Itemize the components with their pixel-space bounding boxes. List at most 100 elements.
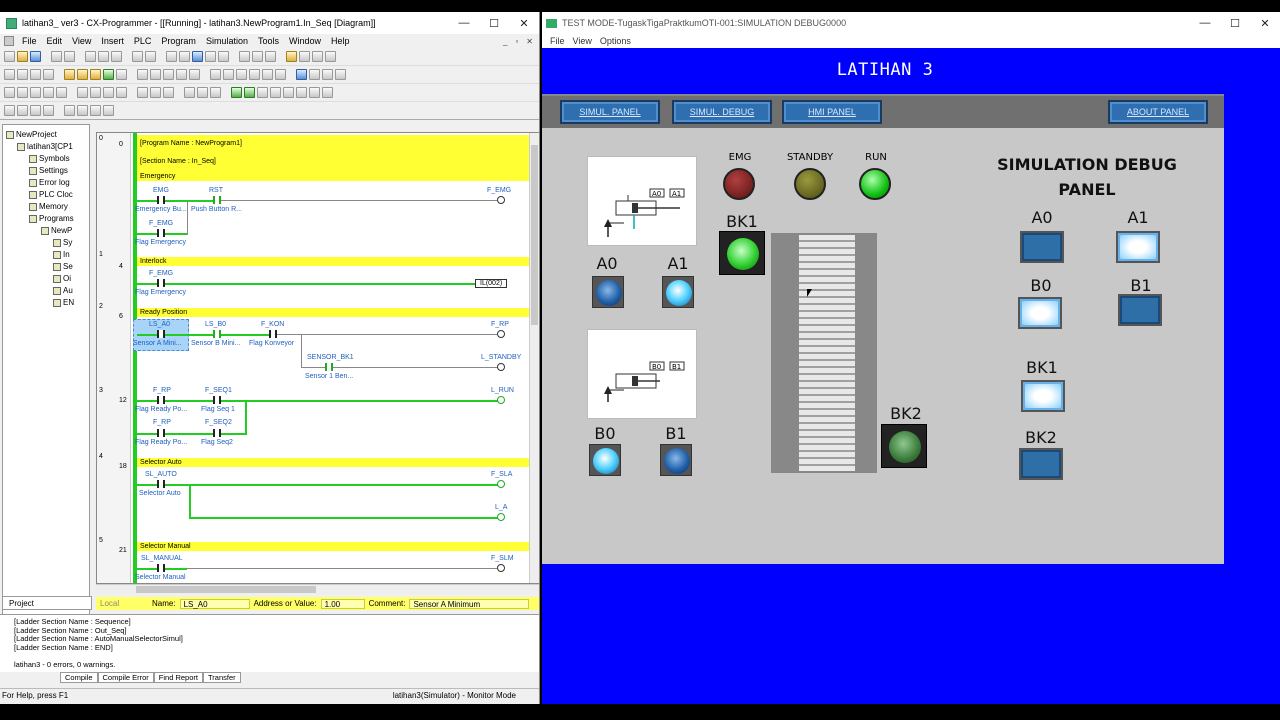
sensor-a0-button[interactable]	[592, 276, 624, 308]
tree-node-sy[interactable]: Sy	[53, 238, 72, 247]
address-field[interactable]: 1.00	[320, 598, 365, 609]
window-icon[interactable]	[192, 51, 203, 62]
contact-f-kon[interactable]	[269, 330, 277, 338]
contact-f-seq1[interactable]	[213, 396, 221, 404]
maximize-icon[interactable]: ☐	[1220, 17, 1250, 30]
compare-icon[interactable]	[322, 69, 333, 80]
step4-icon[interactable]	[43, 87, 54, 98]
menu-plc[interactable]: PLC	[129, 36, 157, 46]
monitor-icon[interactable]	[325, 51, 336, 62]
sim-menu-view[interactable]: View	[569, 36, 596, 46]
bookmark-icon[interactable]	[4, 105, 15, 116]
il-instruction[interactable]: IL(002)	[475, 279, 508, 288]
debug-bk1-button[interactable]	[1021, 380, 1065, 412]
coil-nc-icon[interactable]	[249, 69, 260, 80]
step3-icon[interactable]	[30, 87, 41, 98]
menu-simulation[interactable]: Simulation	[201, 36, 253, 46]
doc-icon[interactable]	[4, 36, 14, 46]
contact-emg[interactable]	[157, 196, 165, 204]
cut-icon[interactable]	[85, 51, 96, 62]
bookmark-next-icon[interactable]	[17, 105, 28, 116]
contact-sensor-bk1[interactable]	[325, 363, 333, 371]
tree-node-en[interactable]: EN	[53, 298, 74, 307]
select-icon[interactable]	[137, 69, 148, 80]
tree-node-settings[interactable]: Settings	[29, 166, 68, 175]
tree-node-au[interactable]: Au	[53, 286, 73, 295]
force-set-icon[interactable]	[210, 87, 221, 98]
instruction-icon[interactable]	[262, 69, 273, 80]
coil-f-sla[interactable]	[497, 480, 505, 488]
contact-f-rp-2[interactable]	[157, 429, 165, 437]
contact-ornc-icon[interactable]	[189, 69, 200, 80]
play-icon[interactable]	[90, 105, 101, 116]
sensor-a1-button[interactable]	[662, 276, 694, 308]
view-ladder-icon[interactable]	[64, 69, 75, 80]
contact-f-emg[interactable]	[157, 229, 165, 237]
bookmark-prev-icon[interactable]	[30, 105, 41, 116]
contact-ls-b0[interactable]	[213, 330, 221, 338]
indent-icon[interactable]	[64, 105, 75, 116]
menu-window[interactable]: Window	[284, 36, 326, 46]
sim-step-icon[interactable]	[244, 87, 255, 98]
copy-icon[interactable]	[98, 51, 109, 62]
view-mnemonic-icon[interactable]	[77, 69, 88, 80]
program-icon[interactable]	[312, 51, 323, 62]
mdi-restore-icon[interactable]: ▫	[515, 37, 518, 46]
scroll-thumb[interactable]	[136, 586, 316, 593]
tree-node-memory[interactable]: Memory	[29, 202, 68, 211]
paste-icon[interactable]	[111, 51, 122, 62]
menu-edit[interactable]: Edit	[42, 36, 68, 46]
tree-node-plc[interactable]: latihan3[CP1	[17, 142, 73, 151]
tree-node-errorlog[interactable]: Error log	[29, 178, 70, 187]
menu-help[interactable]: Help	[326, 36, 355, 46]
coil-l-standby[interactable]	[497, 363, 505, 371]
sim-stop-icon[interactable]	[270, 87, 281, 98]
tab-find-report[interactable]: Find Report	[153, 672, 203, 683]
debug-a0-button[interactable]	[1020, 231, 1064, 263]
nav-simul-panel-button[interactable]: SIMUL. PANEL	[560, 100, 660, 124]
find-icon[interactable]	[166, 51, 177, 62]
vline-icon[interactable]	[223, 69, 234, 80]
close-icon[interactable]: ✕	[1250, 17, 1280, 30]
tree-node-newprogram[interactable]: NewP	[41, 226, 72, 235]
tab-transfer[interactable]: Transfer	[202, 672, 241, 683]
dec-icon[interactable]	[150, 87, 161, 98]
undo-icon[interactable]	[132, 51, 143, 62]
contact-f-seq2[interactable]	[213, 429, 221, 437]
bookmark-clear-icon[interactable]	[43, 105, 54, 116]
contact-nc-icon[interactable]	[163, 69, 174, 80]
info-icon[interactable]	[239, 51, 250, 62]
contact-f-emg[interactable]	[157, 279, 165, 287]
maximize-icon[interactable]: ☐	[479, 17, 509, 30]
sim-pause-icon[interactable]	[257, 87, 268, 98]
force-icon[interactable]	[335, 69, 346, 80]
tree-node-oi[interactable]: Oi	[53, 274, 71, 283]
zoom-icon[interactable]	[43, 69, 54, 80]
mdi-minimize-icon[interactable]: _	[503, 37, 507, 46]
set-icon[interactable]	[184, 87, 195, 98]
close-icon[interactable]: ✕	[509, 17, 539, 30]
menu-file[interactable]: File	[17, 36, 42, 46]
grid-icon[interactable]	[205, 51, 216, 62]
hline-icon[interactable]	[210, 69, 221, 80]
reset-icon[interactable]	[197, 87, 208, 98]
online-icon[interactable]	[286, 51, 297, 62]
redo-icon[interactable]	[145, 51, 156, 62]
transfer-icon[interactable]	[309, 69, 320, 80]
bin-icon[interactable]	[163, 87, 174, 98]
tree-node-project[interactable]: NewProject	[6, 130, 57, 139]
menu-insert[interactable]: Insert	[96, 36, 129, 46]
menu-program[interactable]: Program	[156, 36, 201, 46]
menu-tools[interactable]: Tools	[253, 36, 284, 46]
zoom-fit-icon[interactable]	[30, 69, 41, 80]
sim-break-icon[interactable]	[283, 87, 294, 98]
minimize-icon[interactable]: —	[449, 17, 479, 29]
step5-icon[interactable]	[56, 87, 67, 98]
hex-icon[interactable]	[137, 87, 148, 98]
contact-f-rp[interactable]	[157, 396, 165, 404]
debug-a1-button[interactable]	[1116, 231, 1160, 263]
sim-end-icon[interactable]	[322, 87, 333, 98]
project-tab[interactable]: Project	[2, 596, 92, 610]
sim-scan-icon[interactable]	[296, 87, 307, 98]
coil-l-a[interactable]	[497, 513, 505, 521]
